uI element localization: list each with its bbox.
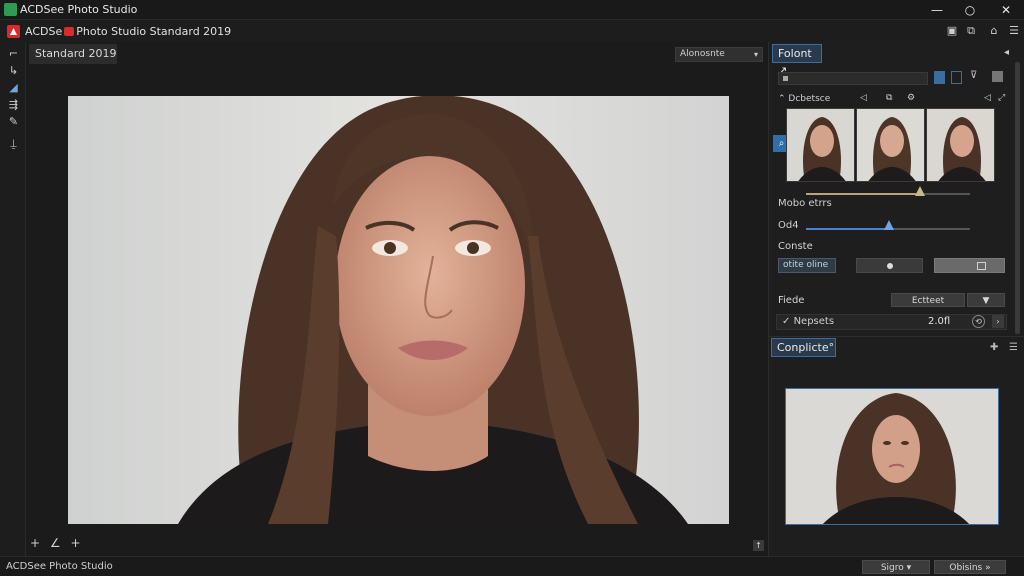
brush-tool-icon[interactable]: ◢: [6, 80, 21, 95]
image-icon[interactable]: [992, 71, 1003, 82]
tab-folont[interactable]: Folont ↗: [772, 44, 822, 77]
row-3-label: Conste: [778, 241, 813, 252]
value-input[interactable]: otite oline: [778, 258, 836, 273]
filter-icon[interactable]: ⊽: [970, 70, 977, 81]
viewer-bottom-tools: + ∠ +: [30, 536, 87, 550]
window-layout-icon[interactable]: ▣: [945, 24, 959, 38]
pin-icon[interactable]: ✚: [990, 342, 998, 353]
left-tool-strip: ⌐ ↳ ◢ ⇶ ✎ ⍊: [0, 42, 26, 556]
app-bar: ACDSe Photo Studio Standard 2019 ▣ ⧉ ⌂ ☰: [0, 20, 1024, 42]
compare-preview[interactable]: [785, 388, 999, 525]
view-list-icon[interactable]: [951, 71, 962, 84]
angle-tool-icon[interactable]: ∠: [50, 536, 61, 550]
slider-1-handle[interactable]: [915, 186, 925, 196]
expand-icon[interactable]: ⤢: [998, 93, 1005, 103]
panels-icon[interactable]: ⧉: [964, 24, 978, 38]
preset-thumbnail-2[interactable]: [856, 108, 925, 182]
settings-icon[interactable]: ⚙: [907, 93, 915, 103]
section-header[interactable]: ⌃ Dcbetsce: [778, 94, 830, 104]
thumb-portrait: [787, 109, 854, 181]
slider-2-handle[interactable]: [884, 220, 894, 230]
home-icon[interactable]: ⌂: [987, 24, 1001, 38]
adjust-tool-icon[interactable]: ⇶: [6, 97, 21, 112]
maximize-button[interactable]: ○: [960, 2, 980, 18]
back-icon[interactable]: ◁: [860, 93, 867, 103]
slider-1-label: Mobo etrrs: [778, 198, 832, 209]
chevron-down-icon: ▾: [753, 50, 758, 59]
thumb-portrait: [927, 109, 994, 181]
panel-divider: [768, 336, 1024, 337]
status-bar: ACDSee Photo Studio Sigro ▾ Obisins »: [0, 556, 1024, 576]
square-icon: [977, 262, 986, 270]
status-select-1[interactable]: Sigro ▾: [862, 560, 930, 574]
chevron-right-icon: »: [985, 563, 991, 573]
rotate-tool-icon[interactable]: ↳: [6, 63, 21, 78]
tab-compare[interactable]: Conplicte°: [771, 338, 836, 357]
chevron-up-icon: ⌃: [778, 94, 786, 104]
chevron-down-icon: ▼: [982, 296, 990, 306]
add-icon[interactable]: +: [70, 536, 80, 550]
panel-collapse-icon[interactable]: ◂: [1004, 47, 1009, 58]
row-5-value: 2.0fl: [928, 316, 951, 327]
acdsee-logo-icon: [7, 25, 20, 38]
preset-thumbnail-3[interactable]: [926, 108, 995, 182]
prev-icon[interactable]: ◁: [984, 93, 991, 103]
crop-tool-icon[interactable]: ⌐: [6, 46, 21, 61]
panel-search-input[interactable]: [778, 72, 928, 85]
panel-scrollbar[interactable]: [1015, 62, 1020, 334]
mode-chip[interactable]: Standard 2019: [29, 44, 117, 64]
row-4-label: Fiede: [778, 295, 805, 306]
brand-name: ACDSe Photo Studio Standard 2019: [25, 25, 232, 38]
reset-icon[interactable]: ⟲: [972, 315, 985, 328]
menu-icon[interactable]: ☰: [1007, 24, 1021, 38]
thumb-portrait: [857, 109, 924, 181]
row-4-dropdown[interactable]: ▼: [967, 293, 1005, 307]
edit-icon: ✓: [782, 316, 791, 327]
row-4-button[interactable]: Ectteet: [891, 293, 965, 307]
panel-menu-icon[interactable]: ☰: [1009, 342, 1018, 353]
window-title: ACDSee Photo Studio: [20, 3, 138, 16]
zoom-in-icon[interactable]: +: [30, 536, 40, 550]
title-bar: ACDSee Photo Studio — ○ ✕: [0, 0, 1024, 20]
view-grid-icon[interactable]: [934, 71, 945, 84]
row-5-label: ✓ Nepsets: [782, 316, 835, 327]
slider-2-fill: [806, 228, 888, 230]
portrait-photo: [68, 96, 729, 524]
status-text: ACDSee Photo Studio: [6, 561, 113, 572]
toggle-dot-icon: [887, 263, 893, 269]
stamp-tool-icon[interactable]: ⍊: [6, 136, 21, 151]
minimize-button[interactable]: —: [927, 2, 947, 18]
copy-icon[interactable]: ⧉: [886, 93, 892, 103]
preview-portrait: [786, 389, 998, 524]
chevron-down-icon: ▾: [906, 563, 912, 573]
search-icon: [783, 76, 788, 81]
toggle-control[interactable]: [856, 258, 923, 273]
close-button[interactable]: ✕: [996, 2, 1016, 18]
slider-2-label: Od4: [778, 220, 799, 231]
main-photo[interactable]: [68, 96, 729, 524]
scroll-top-button[interactable]: ↑: [753, 540, 764, 551]
option-button[interactable]: [934, 258, 1005, 273]
next-icon[interactable]: ›: [992, 315, 1004, 328]
app-icon: [4, 3, 17, 16]
preset-thumbnail-1[interactable]: [786, 108, 855, 182]
pen-tool-icon[interactable]: ✎: [6, 114, 21, 129]
view-mode-select[interactable]: Alonosnte ▾: [675, 47, 763, 62]
status-select-2[interactable]: Obisins »: [934, 560, 1006, 574]
slider-1-fill: [806, 193, 916, 195]
